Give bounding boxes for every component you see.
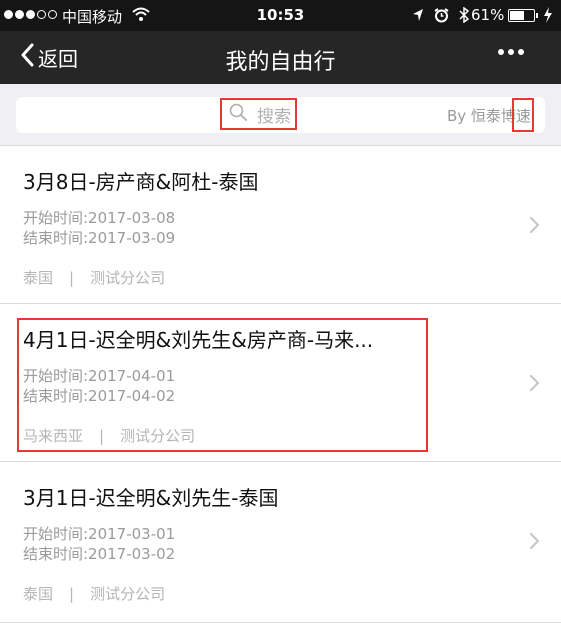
trip-title: 4月1日-迟全明&刘先生&房产商-马来... xyxy=(23,328,374,352)
location-arrow-icon xyxy=(412,8,424,26)
battery-icon xyxy=(508,9,535,22)
trip-tags: 泰国 | 测试分公司 xyxy=(23,583,165,604)
alarm-clock-icon xyxy=(434,7,449,27)
trip-company: 测试分公司 xyxy=(90,269,166,287)
search-icon xyxy=(229,103,247,126)
trip-end-time: 结束时间:2017-04-02 xyxy=(23,387,176,405)
trip-title: 3月1日-迟全明&刘先生-泰国 xyxy=(23,486,279,510)
tag-divider: | xyxy=(99,427,105,445)
navigation-bar: 返回 我的自由行 xyxy=(0,31,561,84)
trip-tags: 马来西亚 | 测试分公司 xyxy=(23,425,195,446)
filter-button-highlight[interactable] xyxy=(512,98,534,132)
battery-cap xyxy=(536,13,538,18)
trip-company: 测试分公司 xyxy=(90,585,166,603)
list-item[interactable]: 4月1日-迟全明&刘先生&房产商-马来... 开始时间:2017-04-01 结… xyxy=(0,304,561,462)
bluetooth-icon xyxy=(459,6,470,27)
tag-divider: | xyxy=(69,269,75,287)
search-area: 搜索 By 恒泰博速 xyxy=(0,84,561,146)
trip-country: 马来西亚 xyxy=(23,427,84,445)
search-placeholder: 搜索 xyxy=(257,106,291,127)
more-dot xyxy=(518,49,524,55)
chevron-right-icon xyxy=(529,374,541,396)
trip-country: 泰国 xyxy=(23,585,54,603)
list-item[interactable]: 3月1日-迟全明&刘先生-泰国 开始时间:2017-03-01 结束时间:201… xyxy=(0,462,561,623)
search-field-highlight[interactable]: 搜索 xyxy=(220,98,297,130)
trip-country: 泰国 xyxy=(23,269,54,287)
chevron-right-icon xyxy=(529,532,541,554)
more-dot xyxy=(498,49,504,55)
trip-company: 测试分公司 xyxy=(120,427,196,445)
battery-percent: 61% xyxy=(471,6,505,24)
status-icons xyxy=(412,6,470,27)
trip-start-time: 开始时间:2017-04-01 xyxy=(23,367,176,385)
trip-tags: 泰国 | 测试分公司 xyxy=(23,267,165,288)
trip-end-time: 结束时间:2017-03-02 xyxy=(23,545,176,563)
status-bar: 中国移动 10:53 61% xyxy=(0,0,561,31)
app-screen: 中国移动 10:53 61% 返回 我的自由行 搜索 By 恒泰博速 3月8日-… xyxy=(0,0,561,623)
more-dot xyxy=(508,49,514,55)
trip-start-time: 开始时间:2017-03-01 xyxy=(23,525,176,543)
page-title: 我的自由行 xyxy=(225,50,336,75)
list-item[interactable]: 3月8日-房产商&阿杜-泰国 开始时间:2017-03-08 结束时间:2017… xyxy=(0,146,561,304)
chevron-right-icon xyxy=(529,216,541,238)
search-input[interactable]: 搜索 By 恒泰博速 xyxy=(16,97,545,133)
trip-end-time: 结束时间:2017-03-09 xyxy=(23,229,176,247)
trip-title: 3月8日-房产商&阿杜-泰国 xyxy=(23,170,259,194)
trip-start-time: 开始时间:2017-03-08 xyxy=(23,209,176,227)
tag-divider: | xyxy=(69,585,75,603)
more-options-button[interactable] xyxy=(498,49,524,55)
charging-icon xyxy=(543,7,553,27)
